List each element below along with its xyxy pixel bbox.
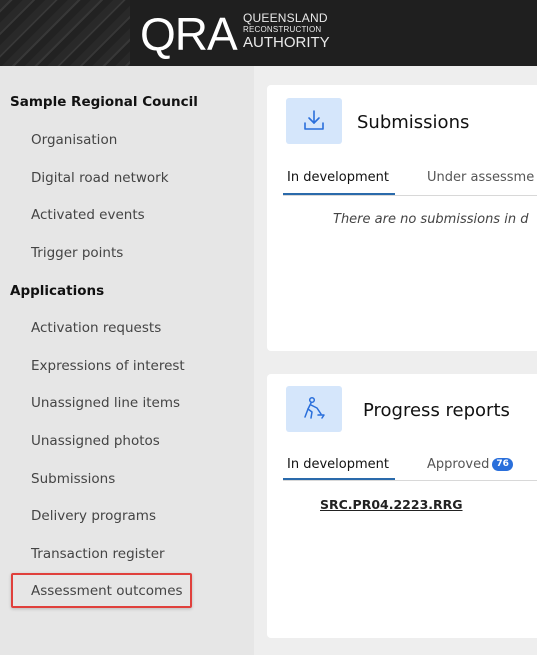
sidebar: Sample Regional Council Organisation Dig… bbox=[0, 66, 254, 655]
progress-reports-title: Progress reports bbox=[363, 400, 510, 421]
tab-divider bbox=[283, 195, 537, 196]
sidebar-item-digital-road-network[interactable]: Digital road network bbox=[31, 170, 169, 186]
download-icon bbox=[286, 98, 342, 144]
sidebar-item-submissions[interactable]: Submissions bbox=[31, 471, 115, 487]
logo-line-3: AUTHORITY bbox=[243, 34, 330, 51]
sidebar-item-transaction-register[interactable]: Transaction register bbox=[31, 546, 165, 562]
sidebar-item-unassigned-line-items[interactable]: Unassigned line items bbox=[31, 395, 180, 411]
approved-count-badge: 76 bbox=[492, 458, 513, 471]
tab-divider bbox=[283, 480, 537, 481]
sidebar-item-unassigned-photos[interactable]: Unassigned photos bbox=[31, 433, 160, 449]
tab-approved-label: Approved bbox=[427, 457, 490, 472]
tab-under-assessment[interactable]: Under assessme bbox=[427, 170, 534, 185]
submissions-card: Submissions In development Under assessm… bbox=[267, 85, 537, 351]
sidebar-item-activation-requests[interactable]: Activation requests bbox=[31, 320, 161, 336]
tab-in-development[interactable]: In development bbox=[287, 170, 389, 185]
app-header: QRA QUEENSLAND RECONSTRUCTION AUTHORITY bbox=[0, 0, 537, 66]
sidebar-item-activated-events[interactable]: Activated events bbox=[31, 207, 145, 223]
council-heading: Sample Regional Council bbox=[10, 94, 198, 110]
logo-line-1: QUEENSLAND bbox=[243, 11, 328, 25]
main-content: Submissions In development Under assessm… bbox=[254, 66, 537, 655]
header-pattern bbox=[0, 0, 130, 66]
tab-in-development[interactable]: In development bbox=[287, 457, 389, 472]
empty-message: There are no submissions in d bbox=[333, 212, 529, 227]
applications-heading: Applications bbox=[10, 283, 105, 299]
logo-wordmark: QUEENSLAND RECONSTRUCTION AUTHORITY bbox=[243, 12, 330, 50]
sidebar-item-assessment-outcomes[interactable]: Assessment outcomes bbox=[31, 583, 183, 599]
tab-approved[interactable]: Approved 76 bbox=[427, 457, 513, 472]
logo-line-2: RECONSTRUCTION bbox=[243, 25, 322, 34]
submissions-title: Submissions bbox=[357, 112, 470, 133]
logo-mark: QRA bbox=[140, 8, 238, 60]
sidebar-item-organisation[interactable]: Organisation bbox=[31, 132, 117, 148]
report-link[interactable]: SRC.PR04.2223.RRG bbox=[320, 497, 463, 512]
worker-digging-icon bbox=[286, 386, 342, 432]
sidebar-item-expressions-of-interest[interactable]: Expressions of interest bbox=[31, 358, 185, 374]
sidebar-item-trigger-points[interactable]: Trigger points bbox=[31, 245, 123, 261]
sidebar-item-delivery-programs[interactable]: Delivery programs bbox=[31, 508, 156, 524]
